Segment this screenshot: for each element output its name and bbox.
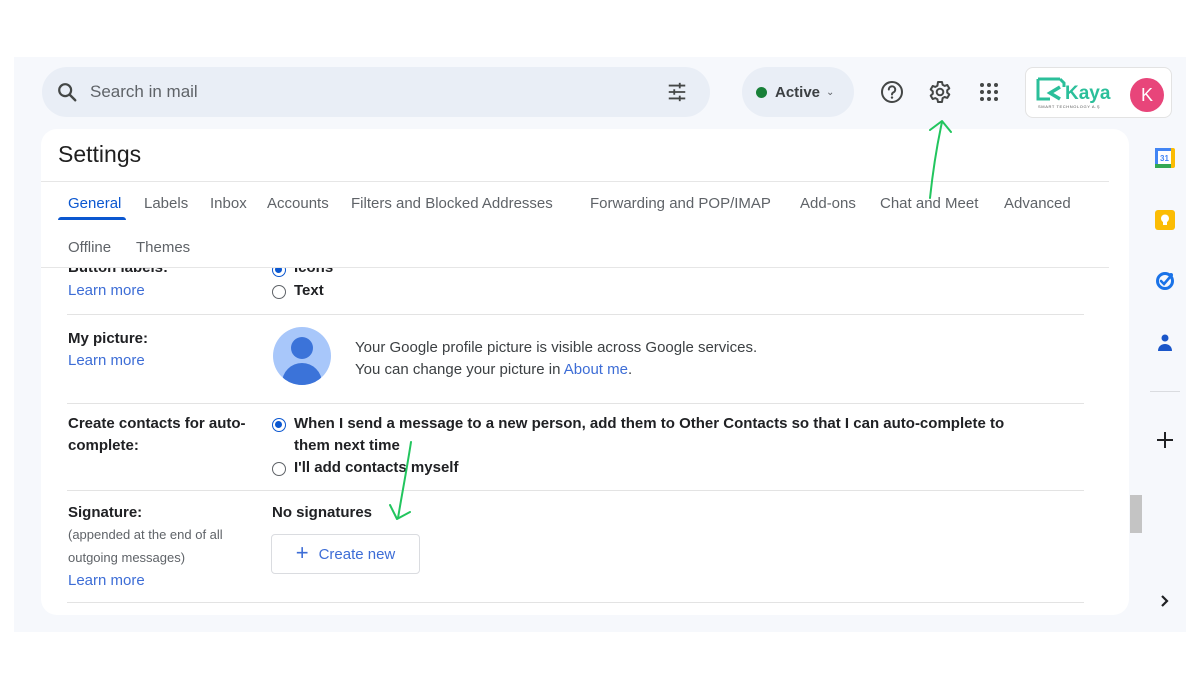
divider (1150, 391, 1180, 392)
side-panel: 31 (1144, 129, 1186, 629)
calendar-button[interactable]: 31 (1150, 143, 1180, 173)
tab-addons[interactable]: Add-ons (800, 195, 856, 212)
calendar-icon: 31 (1155, 148, 1175, 168)
create-new-signature-button[interactable]: + Create new (271, 534, 420, 574)
expand-side-panel-button[interactable] (1150, 586, 1180, 616)
account-chip[interactable]: Kaya SMART TECHNOLOGY A.Ş K (1025, 67, 1172, 118)
settings-content: Button labels: Learn more Icons Text My … (41, 268, 1129, 615)
tasks-button[interactable] (1150, 266, 1180, 296)
status-dot-icon (756, 86, 767, 98)
tab-advanced[interactable]: Advanced (1004, 195, 1071, 212)
tab-chat-meet[interactable]: Chat and Meet (880, 195, 978, 212)
settings-gear-icon (929, 81, 951, 103)
profile-picture[interactable] (273, 327, 331, 385)
about-me-link[interactable]: About me (564, 361, 628, 378)
no-signatures-text: No signatures (272, 504, 373, 521)
signature-label: Signature: (68, 504, 143, 521)
avatar[interactable]: K (1130, 78, 1164, 112)
divider (41, 181, 1109, 182)
apps-grid-icon (980, 83, 998, 101)
contacts-icon (1158, 334, 1172, 351)
help-button[interactable] (879, 79, 905, 105)
calendar-day: 31 (1160, 154, 1169, 163)
logo-text: Kaya (1065, 83, 1111, 104)
tab-labels[interactable]: Labels (144, 195, 188, 212)
button-labels-label: Button labels: (68, 268, 168, 276)
create-new-label: Create new (318, 545, 396, 563)
search-icon[interactable] (56, 81, 78, 103)
chevron-down-icon: ⌄ (826, 86, 835, 98)
option-auto-add-line2: them next time (294, 437, 400, 454)
my-picture-label: My picture: (68, 330, 149, 347)
radio-icons[interactable] (272, 268, 286, 277)
create-contacts-label-line2: complete: (68, 437, 139, 454)
picture-change-prefix: You can change your picture in (355, 361, 564, 378)
add-addon-icon (1157, 432, 1173, 448)
person-icon-body (282, 363, 322, 385)
page-title: Settings (58, 141, 142, 167)
divider (67, 602, 1084, 603)
create-contacts-label-line1: Create contacts for auto- (68, 415, 246, 432)
divider (67, 314, 1084, 315)
option-auto-add-line1: When I send a message to a new person, a… (294, 415, 1005, 432)
divider (67, 490, 1084, 491)
apps-button[interactable] (976, 79, 1002, 105)
expand-panel-icon (1161, 595, 1169, 607)
status-dropdown[interactable]: Active ⌄ (742, 67, 854, 117)
contacts-button[interactable] (1150, 328, 1180, 358)
option-icons-label: Icons (294, 268, 333, 276)
active-tab-indicator (58, 217, 126, 220)
divider (67, 403, 1084, 404)
tab-offline[interactable]: Offline (68, 239, 111, 256)
picture-info-text: Your Google profile picture is visible a… (355, 339, 758, 356)
tab-forwarding[interactable]: Forwarding and POP/IMAP (590, 195, 771, 212)
my-picture-learn-more-link[interactable]: Learn more (68, 352, 145, 369)
keep-icon (1155, 210, 1175, 230)
tab-inbox[interactable]: Inbox (210, 195, 247, 212)
logo-subtitle: SMART TECHNOLOGY A.Ş (1038, 104, 1100, 109)
signature-sub-line1: (appended at the end of all (68, 527, 223, 542)
radio-text[interactable] (272, 285, 286, 299)
search-input[interactable] (90, 79, 650, 105)
picture-change-suffix: . (627, 361, 633, 378)
tasks-icon (1156, 272, 1174, 290)
tab-general[interactable]: General (68, 195, 121, 212)
person-icon (291, 337, 313, 359)
get-addons-button[interactable] (1150, 425, 1180, 455)
settings-button[interactable] (927, 79, 953, 105)
radio-add-contacts-myself[interactable] (272, 462, 286, 476)
tab-filters[interactable]: Filters and Blocked Addresses (351, 195, 553, 212)
signature-learn-more-link[interactable]: Learn more (68, 572, 145, 589)
tab-accounts[interactable]: Accounts (267, 195, 329, 212)
gmail-window: Active ⌄ (14, 57, 1186, 632)
search-options-icon[interactable] (666, 81, 688, 103)
search-bar[interactable] (42, 67, 710, 117)
scrollbar-thumb[interactable] (1130, 495, 1142, 533)
help-icon (881, 81, 903, 103)
tab-themes[interactable]: Themes (136, 239, 190, 256)
signature-sub-line2: outgoing messages) (68, 550, 186, 565)
radio-auto-add-contacts[interactable] (272, 418, 286, 432)
kaya-logo: Kaya SMART TECHNOLOGY A.Ş (1036, 77, 1111, 109)
option-add-myself-label: I'll add contacts myself (294, 459, 459, 476)
button-labels-learn-more-link[interactable]: Learn more (68, 282, 145, 299)
option-text-label: Text (294, 282, 324, 299)
picture-change-text: You can change your picture in About me. (355, 361, 632, 378)
settings-panel: Settings General Labels Inbox Accounts F… (41, 129, 1129, 615)
keep-button[interactable] (1150, 205, 1180, 235)
status-label: Active (775, 83, 821, 101)
plus-icon: + (295, 540, 309, 565)
